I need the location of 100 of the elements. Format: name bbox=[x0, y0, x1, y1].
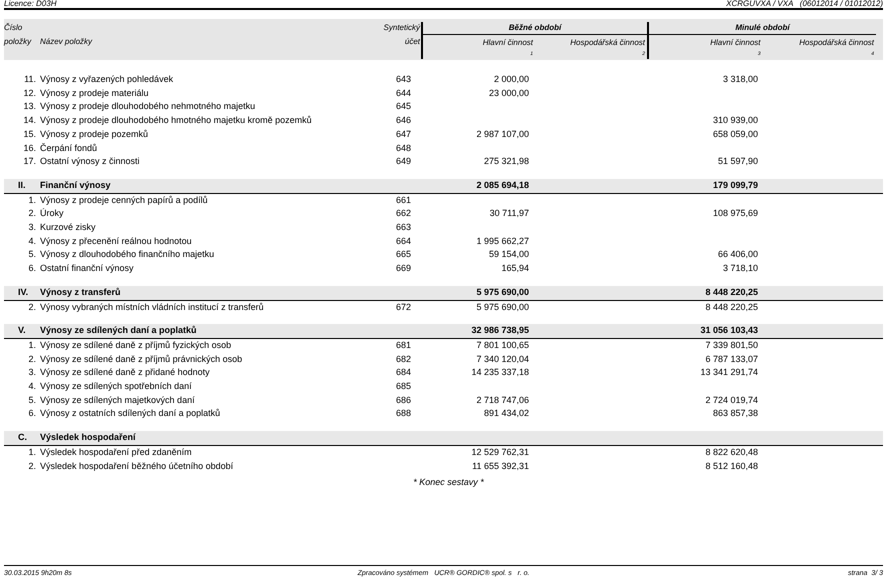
account-number: 643 bbox=[396, 74, 412, 84]
item-number: 1. bbox=[28, 446, 36, 457]
amount-cell: 5 975 690,00 bbox=[476, 286, 529, 297]
item-number: 6. bbox=[28, 408, 36, 418]
account-number: 649 bbox=[396, 156, 412, 166]
account-number: 645 bbox=[396, 101, 412, 112]
account-number: 686 bbox=[396, 394, 412, 405]
amount-cell: 14 235 337,18 bbox=[471, 367, 529, 378]
amount-cell: 59 154,00 bbox=[488, 249, 529, 260]
amount-cell: 8 512 160,48 bbox=[705, 460, 758, 471]
amount-cell: 3 318,00 bbox=[722, 74, 758, 84]
amount-cell: 5 975 690,00 bbox=[476, 302, 529, 312]
account-number: 644 bbox=[396, 88, 412, 98]
item-name: Výnosy z prodeje materiálu bbox=[40, 88, 149, 98]
account-number: 685 bbox=[396, 381, 412, 392]
amount-cell: 8 822 620,48 bbox=[705, 446, 758, 457]
section-title: Výnosy z transferů bbox=[40, 286, 121, 297]
column-label: Název položky bbox=[40, 36, 94, 48]
item-number: 4. bbox=[28, 381, 36, 392]
account-number: 669 bbox=[396, 263, 412, 274]
item-name: Výsledek hospodaření před zdaněním bbox=[40, 446, 192, 457]
licence-label: Licence: D03H bbox=[4, 0, 56, 8]
amount-cell: 1 995 662,27 bbox=[476, 236, 529, 246]
amount-cell: 2 000,00 bbox=[494, 74, 529, 84]
item-name: Výnosy z prodeje cenných papírů a podílů bbox=[40, 194, 208, 205]
column-label: Číslo bbox=[4, 22, 24, 34]
column-label: účet bbox=[404, 36, 420, 48]
amount-cell: 32 986 738,95 bbox=[471, 325, 529, 336]
amount-cell: 23 000,00 bbox=[488, 88, 529, 98]
item-name: Výnosy z vyřazených pohledávek bbox=[40, 74, 174, 84]
item-number: 1. bbox=[28, 340, 36, 350]
item-number: 5. bbox=[28, 394, 36, 405]
amount-cell: 2 718 747,06 bbox=[476, 394, 529, 405]
item-name: Výnosy z prodeje dlouhodobého hmotného majetku kromě pozemků bbox=[40, 115, 312, 126]
amount-cell: 31 056 103,43 bbox=[700, 325, 758, 336]
column-label: Hlavní činnost bbox=[482, 37, 533, 49]
amount-cell: 275 321,98 bbox=[484, 156, 529, 166]
amount-cell: 51 597,90 bbox=[718, 156, 758, 166]
amount-cell: 7 340 120,04 bbox=[476, 354, 529, 364]
account-number: 681 bbox=[396, 340, 412, 350]
item-name: Výnosy z ostatních sdílených daní a poplatků bbox=[40, 408, 220, 418]
section-number: C. bbox=[18, 432, 27, 442]
column-label: položky bbox=[4, 36, 32, 48]
account-number: 663 bbox=[396, 222, 412, 232]
amount-cell: 13 341 291,74 bbox=[700, 367, 758, 378]
section-number: V. bbox=[18, 325, 26, 336]
amount-cell: 2 085 694,18 bbox=[476, 180, 529, 190]
amount-cell: 179 099,79 bbox=[712, 180, 758, 190]
account-number: 672 bbox=[396, 302, 412, 312]
item-number: 3. bbox=[28, 222, 36, 232]
amount-cell: 7 801 100,65 bbox=[476, 340, 529, 350]
item-name: Výsledek hospodaření běžného účetního období bbox=[40, 460, 234, 471]
item-name: Ostatní finanční výnosy bbox=[40, 263, 134, 274]
section-title: Výnosy ze sdílených daní a poplatků bbox=[40, 325, 197, 336]
amount-cell: 2 724 019,74 bbox=[705, 394, 758, 405]
item-name: Výnosy ze sdílené daně z přidané hodnoty bbox=[40, 367, 210, 378]
column-label: Hlavní činnost bbox=[710, 37, 760, 49]
item-number: 4. bbox=[28, 236, 36, 246]
section-title: Finanční výnosy bbox=[40, 180, 111, 190]
item-name: Výnosy vybraných místních vládních institucí z transferů bbox=[40, 302, 264, 312]
item-number: 6. bbox=[28, 263, 36, 274]
account-number: 662 bbox=[396, 208, 412, 218]
column-label: Hospodářská činnost bbox=[799, 37, 874, 49]
account-number: 664 bbox=[396, 236, 412, 246]
item-number: 12. bbox=[23, 88, 36, 98]
item-name: Výnosy ze sdílených spotřebních daní bbox=[40, 381, 192, 392]
column-label: Syntetický bbox=[384, 22, 420, 34]
end-note: * Konec sestavy * bbox=[413, 477, 484, 488]
account-number: 665 bbox=[396, 249, 412, 260]
item-number: 11. bbox=[24, 74, 36, 84]
amount-cell: 108 975,69 bbox=[712, 208, 758, 218]
item-number: 2. bbox=[28, 208, 36, 218]
account-number: 682 bbox=[396, 354, 412, 364]
amount-cell: 658 059,00 bbox=[712, 128, 758, 139]
item-name: Výnosy z prodeje pozemků bbox=[40, 128, 148, 139]
item-number: 14. bbox=[23, 115, 36, 126]
account-number: 661 bbox=[396, 194, 412, 205]
item-name: Ostatní výnosy z činnosti bbox=[40, 156, 140, 166]
account-number: 684 bbox=[396, 367, 412, 378]
item-name: Výnosy z prodeje dlouhodobého nehmotného majetku bbox=[40, 101, 256, 112]
item-number: 2. bbox=[28, 302, 36, 312]
item-number: 15. bbox=[23, 128, 36, 139]
amount-cell: 11 655 392,31 bbox=[472, 460, 529, 471]
period-title: Běžné období bbox=[423, 22, 647, 35]
amount-cell: 12 529 762,31 bbox=[471, 446, 529, 457]
amount-cell: 165,94 bbox=[501, 263, 529, 274]
account-number: 646 bbox=[396, 115, 412, 126]
period-title: Minulé období bbox=[649, 22, 876, 35]
item-number: 2. bbox=[28, 354, 36, 364]
amount-cell: 863 857,38 bbox=[712, 408, 758, 418]
item-name: Úroky bbox=[40, 208, 64, 218]
amount-cell: 7 339 801,50 bbox=[705, 340, 758, 350]
item-number: 3. bbox=[28, 367, 36, 378]
report-code: XCRGUVXA / VXA (06012014 / 01012012) bbox=[726, 0, 883, 8]
amount-cell: 310 939,00 bbox=[712, 115, 758, 126]
item-number: 2. bbox=[28, 460, 36, 471]
amount-cell: 66 406,00 bbox=[718, 249, 758, 260]
item-name: Kurzové zisky bbox=[40, 222, 96, 232]
amount-cell: 30 711,97 bbox=[490, 208, 529, 218]
item-name: Čerpání fondů bbox=[40, 142, 98, 153]
